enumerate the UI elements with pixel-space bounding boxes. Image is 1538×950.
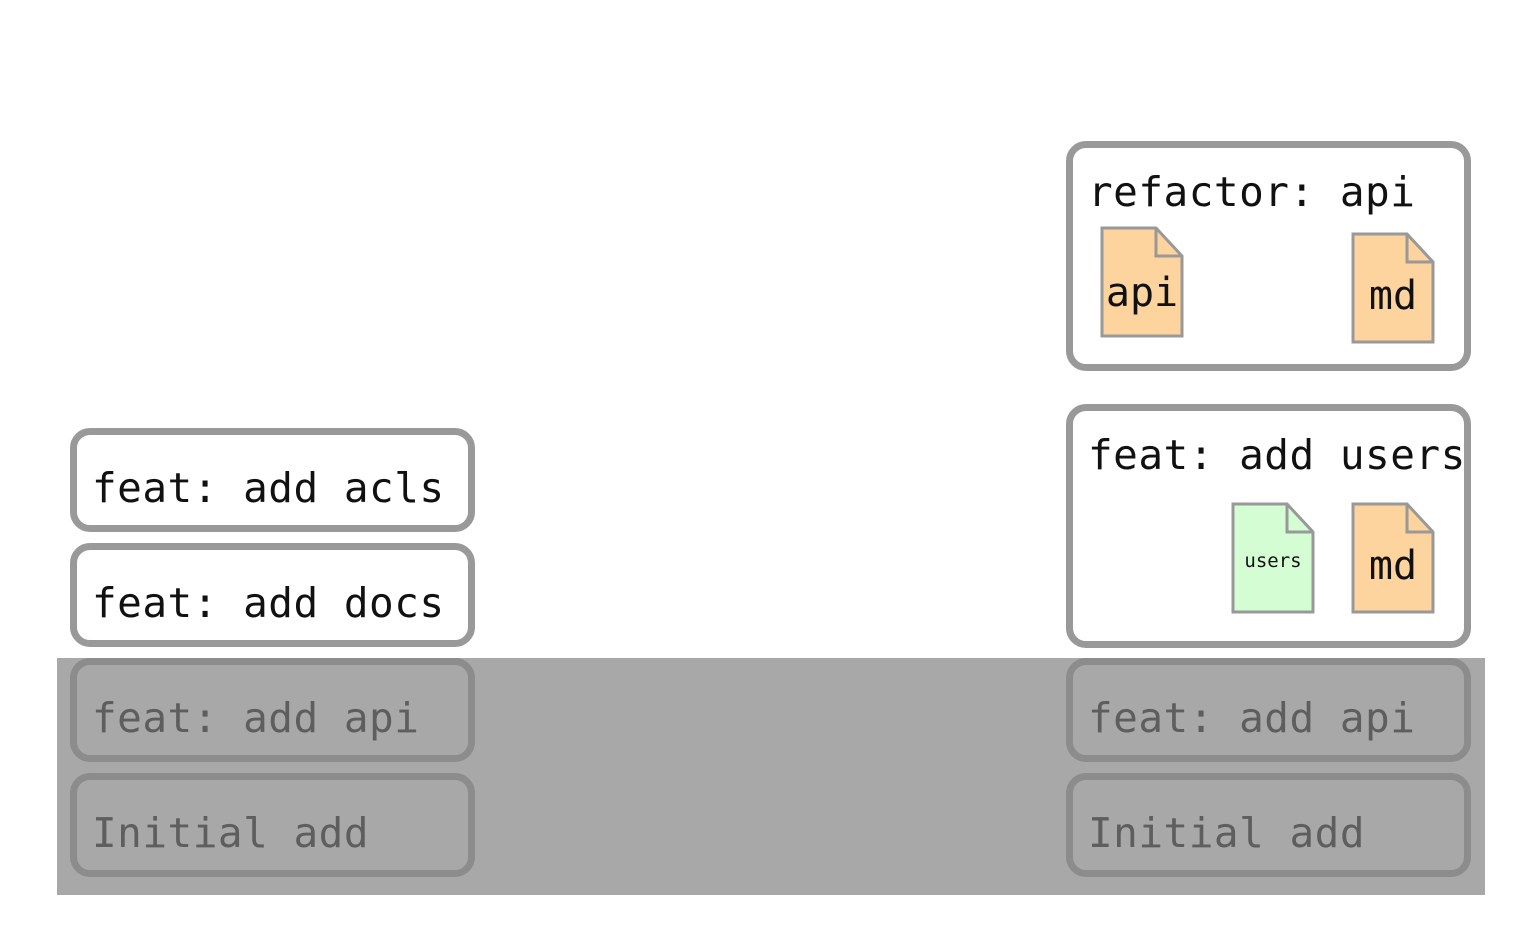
commit-message: Initial add xyxy=(1088,809,1366,857)
commit-message: feat: add docs xyxy=(92,579,445,627)
file-icon[interactable]: users xyxy=(1231,502,1315,614)
file-name: api xyxy=(1105,270,1179,316)
shared-commit-box[interactable]: Initial add xyxy=(70,773,475,877)
commit-message: Initial add xyxy=(92,809,370,857)
file-icon[interactable]: md xyxy=(1351,232,1435,344)
file-name: md xyxy=(1368,273,1418,319)
shared-commit-box[interactable]: feat: add api xyxy=(70,658,475,762)
shared-commit-box[interactable]: feat: add api xyxy=(1066,658,1471,762)
shared-commit-box[interactable]: Initial add xyxy=(1066,773,1471,877)
file-name: users xyxy=(1244,550,1302,572)
file-icon[interactable]: md xyxy=(1351,502,1435,614)
commit-message: feat: add api xyxy=(1088,694,1416,742)
commit-box[interactable]: feat: add docs xyxy=(70,543,475,647)
commit-message: feat: add users xyxy=(1088,431,1466,479)
commit-box[interactable]: feat: add acls xyxy=(70,428,475,532)
commit-message: feat: add acls xyxy=(92,464,445,512)
file-icon[interactable]: api xyxy=(1100,226,1184,338)
commit-message: feat: add api xyxy=(92,694,420,742)
file-name: md xyxy=(1368,543,1418,589)
commit-box[interactable]: refactor: api api md xyxy=(1066,141,1471,371)
commit-box[interactable]: feat: add users users md xyxy=(1066,404,1471,648)
commit-message: refactor: api xyxy=(1088,168,1416,216)
